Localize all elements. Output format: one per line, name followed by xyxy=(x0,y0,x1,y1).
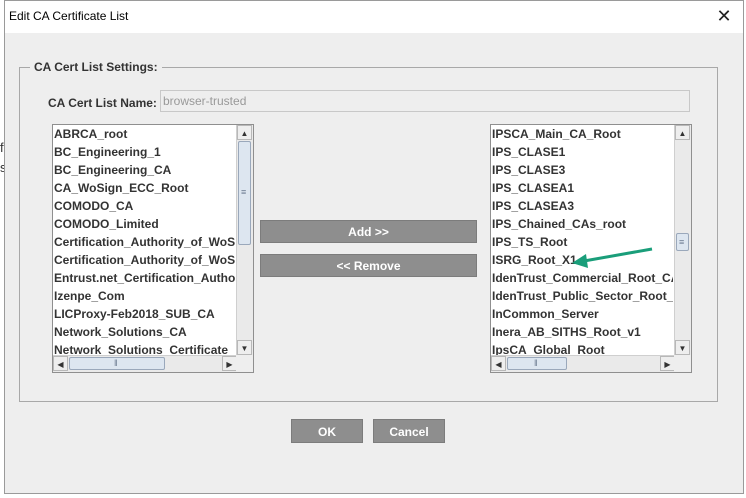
ca-cert-list-name-field[interactable] xyxy=(160,90,690,112)
list-item[interactable]: ABRCA_root xyxy=(53,125,235,143)
grip-icon: ≡ xyxy=(679,237,685,247)
scroll-right-arrow-icon[interactable]: ▶ xyxy=(660,356,675,371)
close-icon[interactable]: ✕ xyxy=(715,7,733,25)
list-item[interactable]: IPS_CLASE3 xyxy=(491,161,673,179)
available-certificates-list[interactable]: ABRCA_root BC_Engineering_1 BC_Engineering… xyxy=(52,124,254,373)
list-item[interactable]: Certification_Authority_of_WoSign xyxy=(53,251,235,269)
list-item[interactable]: IpsCA_Global_Root xyxy=(491,341,673,355)
list-item[interactable]: IdenTrust_Public_Sector_Root_CA xyxy=(491,287,673,305)
scrollbar-thumb[interactable]: ≡ xyxy=(238,141,251,245)
list-item[interactable]: COMODO_CA xyxy=(53,197,235,215)
vertical-scrollbar[interactable]: ▲ ≡ ▼ xyxy=(674,125,691,355)
cancel-button[interactable]: Cancel xyxy=(373,419,445,443)
list-item[interactable]: Inera_AB_SITHS_Root_v1 xyxy=(491,323,673,341)
list-item[interactable]: Certification_Authority_of_WoSign xyxy=(53,233,235,251)
list-item[interactable]: Network_Solutions_CA xyxy=(53,323,235,341)
list-item[interactable]: Entrust.net_Certification_Authority xyxy=(53,269,235,287)
annotation-arrow-icon xyxy=(572,247,653,268)
selected-certificates-items: IPSCA_Main_CA_Root IPS_CLASE1 IPS_CLASE3 IP… xyxy=(491,125,673,355)
scrollbar-thumb[interactable]: ≡ xyxy=(676,233,689,251)
list-item[interactable]: Izenpe_Com xyxy=(53,287,235,305)
scrollbar-corner xyxy=(674,355,691,372)
list-item[interactable]: IPSCA_Main_CA_Root xyxy=(491,125,673,143)
list-item[interactable]: IPS_CLASEA3 xyxy=(491,197,673,215)
grip-icon: ≡ xyxy=(241,187,247,197)
scroll-right-arrow-icon[interactable]: ▶ xyxy=(222,356,237,371)
list-item[interactable]: InCommon_Server xyxy=(491,305,673,323)
grip-icon: ‖ xyxy=(114,358,118,368)
list-item[interactable]: IPS_Chained_CAs_root xyxy=(491,215,673,233)
remove-button[interactable]: << Remove xyxy=(260,254,477,277)
scroll-left-arrow-icon[interactable]: ◀ xyxy=(491,356,506,371)
list-item[interactable]: IPS_CLASE1 xyxy=(491,143,673,161)
dialog-title: Edit CA Certificate List xyxy=(9,9,129,23)
scrollbar-corner xyxy=(236,355,253,372)
list-item[interactable]: Network_Solutions_Certificate xyxy=(53,341,235,355)
scrollbar-thumb[interactable]: ‖ xyxy=(69,357,165,370)
list-item[interactable]: LICProxy-Feb2018_SUB_CA xyxy=(53,305,235,323)
ca-cert-list-name-label: CA Cert List Name: xyxy=(48,96,157,110)
list-item[interactable]: IPS_CLASEA1 xyxy=(491,179,673,197)
ok-button[interactable]: OK xyxy=(291,419,363,443)
list-item[interactable]: BC_Engineering_1 xyxy=(53,143,235,161)
available-certificates-items: ABRCA_root BC_Engineering_1 BC_Engineering… xyxy=(53,125,235,355)
vertical-scrollbar[interactable]: ▲ ≡ ▼ xyxy=(236,125,253,355)
add-button[interactable]: Add >> xyxy=(260,220,477,243)
scrollbar-thumb[interactable]: ‖ xyxy=(507,357,567,370)
scroll-left-arrow-icon[interactable]: ◀ xyxy=(53,356,68,371)
horizontal-scrollbar[interactable]: ◀ ‖ ▶ xyxy=(53,355,237,372)
list-item[interactable]: CA_WoSign_ECC_Root xyxy=(53,179,235,197)
list-item[interactable]: COMODO_Limited xyxy=(53,215,235,233)
settings-group-legend: CA Cert List Settings: xyxy=(30,60,162,74)
grip-icon: ‖ xyxy=(534,358,538,368)
scroll-up-arrow-icon[interactable]: ▲ xyxy=(237,125,252,140)
scroll-down-arrow-icon[interactable]: ▼ xyxy=(237,340,252,355)
title-bar: Edit CA Certificate List ✕ xyxy=(5,1,743,33)
scroll-down-arrow-icon[interactable]: ▼ xyxy=(675,340,690,355)
horizontal-scrollbar[interactable]: ◀ ‖ ▶ xyxy=(491,355,675,372)
scroll-up-arrow-icon[interactable]: ▲ xyxy=(675,125,690,140)
list-item[interactable]: BC_Engineering_CA xyxy=(53,161,235,179)
